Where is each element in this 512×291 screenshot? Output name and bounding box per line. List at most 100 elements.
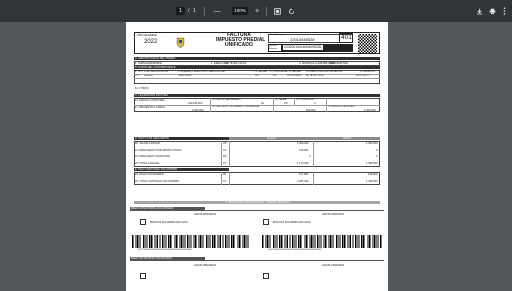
d-row-code: TD: [223, 148, 227, 152]
ajustado-label: 19. IMPUESTO AJUSTADO: [328, 105, 356, 108]
ajustado-value: 1.300.000: [364, 108, 376, 112]
e-row-value-1: 117.000: [299, 173, 309, 176]
fit-page-button[interactable]: [272, 6, 282, 16]
d-row-value-1: 1.300.000: [297, 142, 309, 145]
descuento-incremento-label: 18. DESCUENTO INCREMENTO DIFERENCIAL: [212, 105, 260, 108]
e-row-code: AV: [223, 173, 227, 176]
table-divider: [221, 140, 222, 167]
download-icon: [476, 8, 482, 14]
coat-of-arms-icon: [176, 37, 185, 48]
page-number-input[interactable]: 1: [176, 7, 185, 15]
d-row-value-1: 130.000: [299, 148, 309, 152]
table-divider: [313, 171, 314, 185]
e-row-value-1: 1.287.000: [297, 179, 309, 183]
impuesto-label: 17. IMPUESTO A CARGO: [135, 105, 166, 109]
qr-code: [358, 34, 377, 53]
reference-label: No. Referencia: [270, 34, 285, 36]
d-row-value-2: 1.300.000: [366, 142, 378, 145]
solidaria-checkbox[interactable]: [263, 219, 269, 225]
zoom-in-button[interactable]: +: [252, 6, 262, 16]
table-divider: [313, 140, 314, 167]
reference-number: 22014046528: [290, 37, 315, 42]
pdf-viewer: 1 / 1 — 100% + AÑO GRAVABLE 2022 FACTURA…: [0, 0, 512, 291]
checkbox-label: BOGOTÁ SOLIDARIA EN CASA: [150, 220, 188, 224]
more-actions-button[interactable]: [500, 6, 508, 16]
zoom-out-button[interactable]: —: [212, 6, 222, 16]
d-row-value-2: 1.300.000: [366, 161, 378, 165]
payment-barcode: [262, 235, 382, 248]
d-row-label: 22. DESCUENTO ADICIONAL: [135, 155, 171, 158]
hasta-date: HASTA 24/06/2022: [322, 264, 345, 267]
sin-aporte-checkbox[interactable]: [140, 273, 146, 279]
e-row-value-2: 130.000: [368, 173, 378, 176]
factura-number: 22020015418404005281: [283, 45, 323, 50]
toolbar-divider: [266, 7, 267, 16]
d-row-value-1: 1.170.000: [297, 161, 309, 165]
discount-table: [134, 140, 380, 167]
invoice-code: 401: [341, 34, 352, 41]
avaluo-label: 13. AVALÚO CATASTRAL: [135, 98, 165, 102]
table-divider: [221, 171, 222, 185]
d-row-code: VP: [223, 142, 227, 145]
d-row-value-2: 0: [376, 148, 378, 152]
e-row-value-2: 1.430.000: [366, 179, 378, 183]
download-button[interactable]: [474, 6, 484, 16]
sin-aporte-checkbox[interactable]: [263, 273, 269, 279]
voluntary-table: [134, 171, 380, 185]
d-row-code: DA: [223, 155, 227, 158]
table-divider: [229, 171, 230, 185]
descuento-incremento-value: 900.000: [306, 108, 316, 112]
exencion-value: 0: [314, 101, 316, 105]
zoom-level-input[interactable]: 100%: [232, 7, 248, 15]
print-button[interactable]: [487, 6, 497, 16]
year-label: AÑO GRAVABLE: [137, 34, 157, 37]
e-row-label: 24. PAGO VOLUNTARIO: [135, 173, 165, 176]
more-vertical-icon: [503, 7, 505, 15]
title-line-3: UNIFICADO: [225, 42, 253, 48]
d-row-value-2: 0: [376, 155, 378, 158]
section-f-header: F. IMAGEN DEL RECAUDADOR · LATERAL DE PA…: [134, 201, 380, 205]
matricula-value: 050N00467999: [330, 61, 348, 65]
d-row-code: TP: [223, 161, 227, 165]
otros-label: 12. OTROS: [135, 87, 149, 90]
page-separator: /: [188, 8, 190, 14]
destino-label: 14. DESTINO HACENDARIO: [212, 98, 241, 101]
avaluo-value: 210.215.000: [188, 101, 203, 105]
address-value: KR 7B BIS 136 82: [225, 61, 247, 65]
fit-page-icon: [273, 7, 281, 15]
destino-value: 61: [261, 101, 264, 105]
d-row-label: 20. VALOR A PAGAR: [135, 142, 160, 145]
print-icon: [489, 8, 495, 15]
coupon-divider: [130, 260, 384, 261]
d-row-label: 21. DESCUENTO POR PRONTO PAGO: [135, 148, 182, 152]
pdf-toolbar: 1 / 1 — 100% +: [0, 0, 512, 22]
pdf-page: AÑO GRAVABLE 2022 FACTURA IMPUESTO PREDI…: [126, 22, 388, 291]
table-divider: [134, 78, 380, 79]
bogota-logo: [176, 35, 185, 48]
tarifa-value: 9.5: [284, 101, 288, 105]
table-divider: [294, 97, 295, 105]
e-row-code: TA: [223, 179, 227, 183]
solidaria-checkbox[interactable]: [140, 219, 146, 225]
impuesto-value: 2.200.000: [192, 108, 204, 112]
chip-value: AAA0040NFFR: [144, 61, 162, 65]
toolbar-divider: [204, 7, 205, 16]
e-row-label: 25. TOTAL CON PAGO VOLUNTARIO: [135, 179, 180, 183]
coupon-divider: [130, 210, 384, 211]
rotate-icon: [288, 7, 294, 14]
barcode-text: (415)7709998019587(8020)22014046528(3900…: [268, 249, 322, 251]
rotate-button[interactable]: [286, 6, 296, 16]
hasta-date: HASTA 24/06/2022: [322, 213, 345, 216]
hasta-date: HASTA 08/04/2022: [194, 264, 217, 267]
payment-barcode: [132, 235, 250, 248]
chip-label: 1. CHIP: [135, 61, 145, 65]
barcode-text: (415)7709998019587(8020)22014046528(3900…: [138, 249, 192, 251]
d-row-label: 23. TOTAL A PAGAR: [135, 161, 160, 165]
d-row-value-1: 0: [309, 155, 311, 158]
checkbox-label: BOGOTÁ SOLIDARIA EN CASA: [273, 220, 311, 224]
hasta-date: HASTA 08/04/2022: [194, 213, 217, 216]
exencion-label: 16. % EXENCIÓN: [296, 98, 314, 101]
page-total: 1: [193, 8, 196, 14]
year-value: 2022: [144, 39, 158, 45]
table-divider: [229, 140, 230, 167]
